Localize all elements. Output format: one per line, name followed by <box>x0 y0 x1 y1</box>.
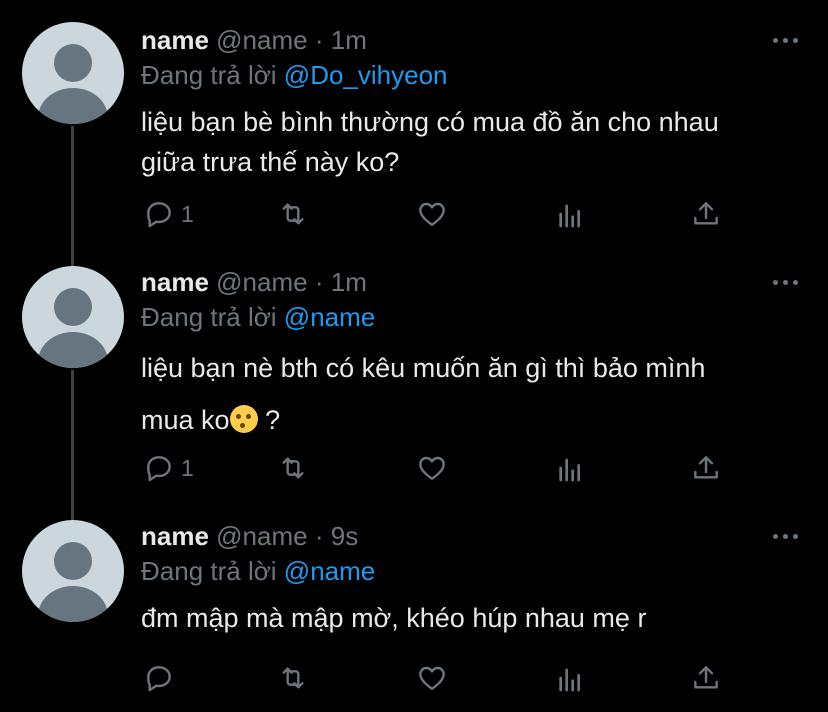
tweet[interactable]: name @name · 1m Đang trả lời @Do_vihyeon… <box>0 22 828 252</box>
share-icon <box>694 666 718 689</box>
mention-link[interactable]: @name <box>284 302 375 332</box>
tweet[interactable]: name @name · 1m Đang trả lời @name liệu … <box>0 264 828 494</box>
analytics-icon <box>559 458 580 482</box>
retweet-icon <box>282 203 304 225</box>
tweet-text: đm mập mà mập mờ, khéo húp nhau mẹ r <box>141 596 801 640</box>
handle[interactable]: @name <box>216 267 307 297</box>
avatar[interactable] <box>22 22 124 124</box>
mention-link[interactable]: @Do_vihyeon <box>284 60 448 90</box>
heart-icon <box>419 666 445 690</box>
mention-link[interactable]: @name <box>284 556 375 586</box>
tweet-text-line: mua ko ? <box>141 394 801 446</box>
replying-to: Đang trả lời @name <box>141 553 375 589</box>
reply-icon <box>147 202 171 228</box>
analytics-button[interactable] <box>554 658 586 698</box>
timestamp[interactable]: 9s <box>331 521 358 551</box>
reply-button[interactable] <box>143 658 181 698</box>
raised-eyebrow-emoji <box>229 405 258 433</box>
tweet-text: liệu bạn bè bình thường có mua đồ ăn cho… <box>141 102 801 182</box>
replying-to-label: Đang trả lời <box>141 556 277 586</box>
tweet-header: name @name · 1m <box>141 22 367 58</box>
reply-count: 1 <box>181 454 194 481</box>
display-name[interactable]: name <box>141 25 209 55</box>
avatar[interactable] <box>22 520 124 622</box>
like-button[interactable] <box>416 658 448 698</box>
reply-icon <box>147 456 171 482</box>
timestamp[interactable]: 1m <box>331 25 367 55</box>
tweet-text-line: liệu bạn nè bth có kêu muốn ăn gì thì bả… <box>141 353 706 383</box>
like-button[interactable] <box>416 194 448 234</box>
like-button[interactable] <box>416 448 448 488</box>
share-button[interactable] <box>690 658 722 698</box>
tweet-text-line: giữa trưa thế này ko? <box>141 147 400 177</box>
share-button[interactable] <box>690 194 722 234</box>
replying-to: Đang trả lời @name <box>141 299 375 335</box>
separator: · <box>314 521 324 551</box>
analytics-icon <box>559 204 580 228</box>
reply-button[interactable]: 1 <box>143 194 194 234</box>
retweet-icon <box>282 457 304 479</box>
more-dots-icon[interactable] <box>773 532 803 542</box>
tweet-text-fragment: mua ko <box>141 405 230 435</box>
share-button[interactable] <box>690 448 722 488</box>
tweet-text-line: đm mập mà mập mờ, khéo húp nhau mẹ r <box>141 603 647 633</box>
retweet-button[interactable] <box>277 448 309 488</box>
handle[interactable]: @name <box>216 521 307 551</box>
replying-to-label: Đang trả lời <box>141 302 277 332</box>
tweet-text-fragment: ? <box>265 405 281 435</box>
heart-icon <box>419 456 445 480</box>
timestamp[interactable]: 1m <box>331 267 367 297</box>
tweet-header: name @name · 1m <box>141 264 367 300</box>
analytics-button[interactable] <box>554 448 586 488</box>
tweet-text: liệu bạn nè bth có kêu muốn ăn gì thì bả… <box>141 342 801 446</box>
reply-button[interactable]: 1 <box>143 448 194 488</box>
analytics-button[interactable] <box>554 194 586 234</box>
action-bar: 1 <box>141 448 741 488</box>
analytics-icon <box>559 668 580 692</box>
retweet-icon <box>282 667 304 689</box>
tweet-text-line: liệu bạn bè bình thường có mua đồ ăn cho… <box>141 107 719 137</box>
replying-to: Đang trả lời @Do_vihyeon <box>141 57 448 93</box>
display-name[interactable]: name <box>141 521 209 551</box>
tweet[interactable]: name @name · 9s Đang trả lời @name đm mậ… <box>0 518 828 712</box>
tweet-header: name @name · 9s <box>141 518 358 554</box>
replying-to-label: Đang trả lời <box>141 60 277 90</box>
share-icon <box>694 202 718 225</box>
share-icon <box>694 456 718 479</box>
action-bar: 1 <box>141 194 741 234</box>
action-bar <box>141 658 741 698</box>
reply-count: 1 <box>181 200 194 227</box>
more-dots-icon[interactable] <box>773 278 803 288</box>
separator: · <box>314 25 324 55</box>
retweet-button[interactable] <box>277 658 309 698</box>
retweet-button[interactable] <box>277 194 309 234</box>
handle[interactable]: @name <box>216 25 307 55</box>
reply-icon <box>147 666 171 692</box>
display-name[interactable]: name <box>141 267 209 297</box>
avatar[interactable] <box>22 266 124 368</box>
separator: · <box>314 267 324 297</box>
heart-icon <box>419 202 445 226</box>
more-dots-icon[interactable] <box>773 36 803 46</box>
